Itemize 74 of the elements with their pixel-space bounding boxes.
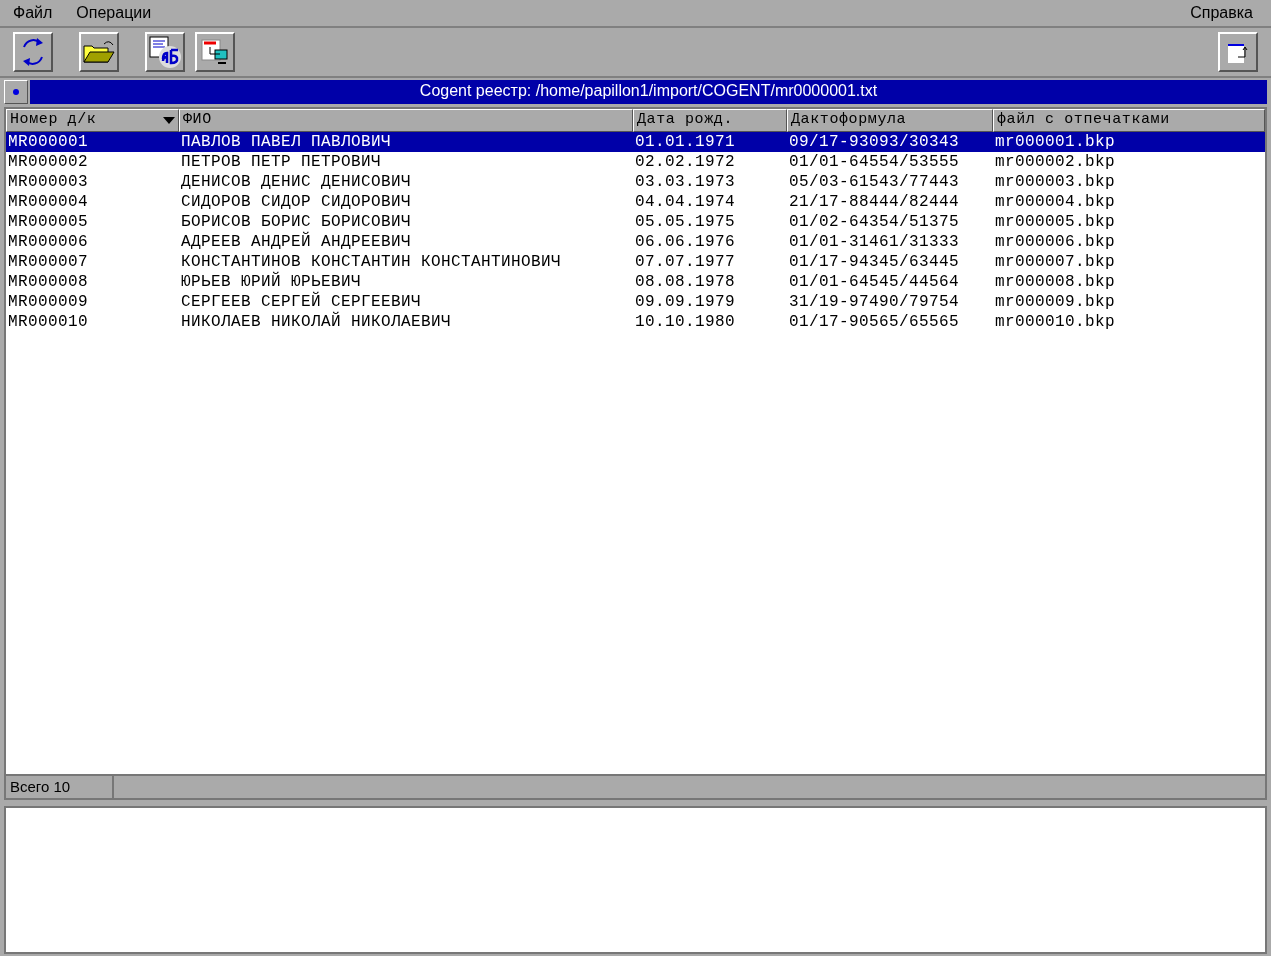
table-cell: 02.02.1972 [635, 153, 735, 171]
table-cell: mr000001.bkp [995, 133, 1116, 151]
menu-item[interactable]: Справка [1190, 1, 1253, 25]
table-cell: mr000003.bkp [995, 173, 1116, 191]
table-cell: 06.06.1976 [635, 233, 735, 251]
table-cell: 01/17-94345/63445 [789, 253, 960, 271]
table-row[interactable]: MR000004 СИДОРОВ СИДОР СИДОРОВИЧ 04.04.1974 21/17-88444/82444 mr000004.bkp [6, 192, 1265, 212]
table-cell: 01/01-31461/31333 [789, 233, 960, 251]
window-icon[interactable] [1218, 32, 1258, 72]
table-cell: mr000009.bkp [995, 293, 1116, 311]
open-folder-icon[interactable] [79, 32, 119, 72]
dot-icon [13, 89, 19, 95]
table-cell: 07.07.1977 [635, 253, 735, 271]
table-row[interactable]: MR000006 АДРЕЕВ АНДРЕЙ АНДРЕЕВИЧ 06.06.1976 01/01-31461/31333 mr000006.bkp [6, 232, 1265, 252]
table-cell: mr000005.bkp [995, 213, 1116, 231]
table-cell: MR000003 [8, 173, 88, 191]
table-cell: 10.10.1980 [635, 313, 735, 331]
table-cell: АДРЕЕВ АНДРЕЙ АНДРЕЕВИЧ [181, 233, 412, 251]
table-cell: СЕРГЕЕВ СЕРГЕЙ СЕРГЕЕВИЧ [181, 293, 422, 311]
table-cell: MR000006 [8, 233, 88, 251]
table-row[interactable]: MR000003 ДЕНИСОВ ДЕНИС ДЕНИСОВИЧ 03.03.1973 05/03-61543/77443 mr000003.bkp [6, 172, 1265, 192]
table-cell: 01/17-90565/65565 [789, 313, 960, 331]
table-cell: 09.09.1979 [635, 293, 735, 311]
table-cell: 05.05.1975 [635, 213, 735, 231]
table-cell: 31/19-97490/79754 [789, 293, 960, 311]
table-cell: 21/17-88444/82444 [789, 193, 960, 211]
table-cell: 09/17-93093/30343 [789, 133, 960, 151]
document-export-icon[interactable] [195, 32, 235, 72]
status-text: Всего 10 [6, 776, 114, 798]
table-cell: 01/01-64545/44564 [789, 273, 960, 291]
table-cell: 03.03.1973 [635, 173, 735, 191]
menu-item[interactable]: Операции [76, 1, 152, 25]
refresh-icon[interactable] [13, 32, 53, 72]
table-cell: ДЕНИСОВ ДЕНИС ДЕНИСОВИЧ [181, 173, 412, 191]
table-cell: БОРИСОВ БОРИС БОРИСОВИЧ [181, 213, 412, 231]
table-cell: MR000007 [8, 253, 88, 271]
table-cell: MR000004 [8, 193, 88, 211]
table-cell: ЮРЬЕВ ЮРИЙ ЮРЬЕВИЧ [181, 273, 362, 291]
table-row[interactable]: MR000009 СЕРГЕЕВ СЕРГЕЙ СЕРГЕЕВИЧ 09.09.1979 31/19-97490/79754 mr000009.bkp [6, 292, 1265, 312]
table-cell: mr000006.bkp [995, 233, 1116, 251]
pin-button[interactable] [4, 80, 28, 104]
table-cell: MR000001 [8, 133, 88, 151]
table-row[interactable]: MR000001 ПАВЛОВ ПАВЕЛ ПАВЛОВИЧ 01.01.1971 09/17-93093/30343 mr000001.bkp [6, 132, 1265, 152]
table-cell: MR000010 [8, 313, 88, 331]
table-cell: mr000007.bkp [995, 253, 1116, 271]
table-row[interactable]: MR000007 КОНСТАНТИНОВ КОНСТАНТИН КОНСТАНТИНОВИЧ 07.07.1977 01/17-94345/63445 mr000007.bkp [6, 252, 1265, 272]
table-cell: СИДОРОВ СИДОР СИДОРОВИЧ [181, 193, 412, 211]
table-row[interactable]: MR000008 ЮРЬЕВ ЮРИЙ ЮРЬЕВИЧ 08.08.1978 01/01-64545/44564 mr000008.bkp [6, 272, 1265, 292]
table-cell: mr000010.bkp [995, 313, 1116, 331]
column-header[interactable]: ФИО [183, 109, 212, 132]
table-cell: ПЕТРОВ ПЕТР ПЕТРОВИЧ [181, 153, 382, 171]
table-cell: mr000004.bkp [995, 193, 1116, 211]
table-cell: MR000009 [8, 293, 88, 311]
table-cell: MR000008 [8, 273, 88, 291]
table-cell: MR000002 [8, 153, 88, 171]
path-title: Cogent реестр: /home/papillon1/import/COGENT/mr0000001.txt [30, 80, 1267, 104]
table-cell: НИКОЛАЕВ НИКОЛАЙ НИКОЛАЕВИЧ [181, 313, 452, 331]
table-row[interactable]: MR000010 НИКОЛАЕВ НИКОЛАЙ НИКОЛАЕВИЧ 10.10.1980 01/17-90565/65565 mr000010.bkp [6, 312, 1265, 332]
table-cell: 04.04.1974 [635, 193, 735, 211]
table-cell: КОНСТАНТИНОВ КОНСТАНТИН КОНСТАНТИНОВИЧ [181, 253, 562, 271]
table-cell: mr000002.bkp [995, 153, 1116, 171]
table-row[interactable]: MR000005 БОРИСОВ БОРИС БОРИСОВИЧ 05.05.1975 01/02-64354/51375 mr000005.bkp [6, 212, 1265, 232]
table-cell: 08.08.1978 [635, 273, 735, 291]
table-row[interactable]: MR000002 ПЕТРОВ ПЕТР ПЕТРОВИЧ 02.02.1972 01/01-64554/53555 mr000002.bkp [6, 152, 1265, 172]
table-cell: mr000008.bkp [995, 273, 1116, 291]
translate-icon[interactable] [145, 32, 185, 72]
menu-item[interactable]: Файл [13, 1, 53, 25]
table-cell: 01/01-64554/53555 [789, 153, 960, 171]
table-cell: 05/03-61543/77443 [789, 173, 960, 191]
table-cell: 01/02-64354/51375 [789, 213, 960, 231]
sort-down-icon[interactable] [163, 117, 175, 124]
table-cell: 01.01.1971 [635, 133, 735, 151]
table-cell: MR000005 [8, 213, 88, 231]
table-cell: ПАВЛОВ ПАВЕЛ ПАВЛОВИЧ [181, 133, 392, 151]
